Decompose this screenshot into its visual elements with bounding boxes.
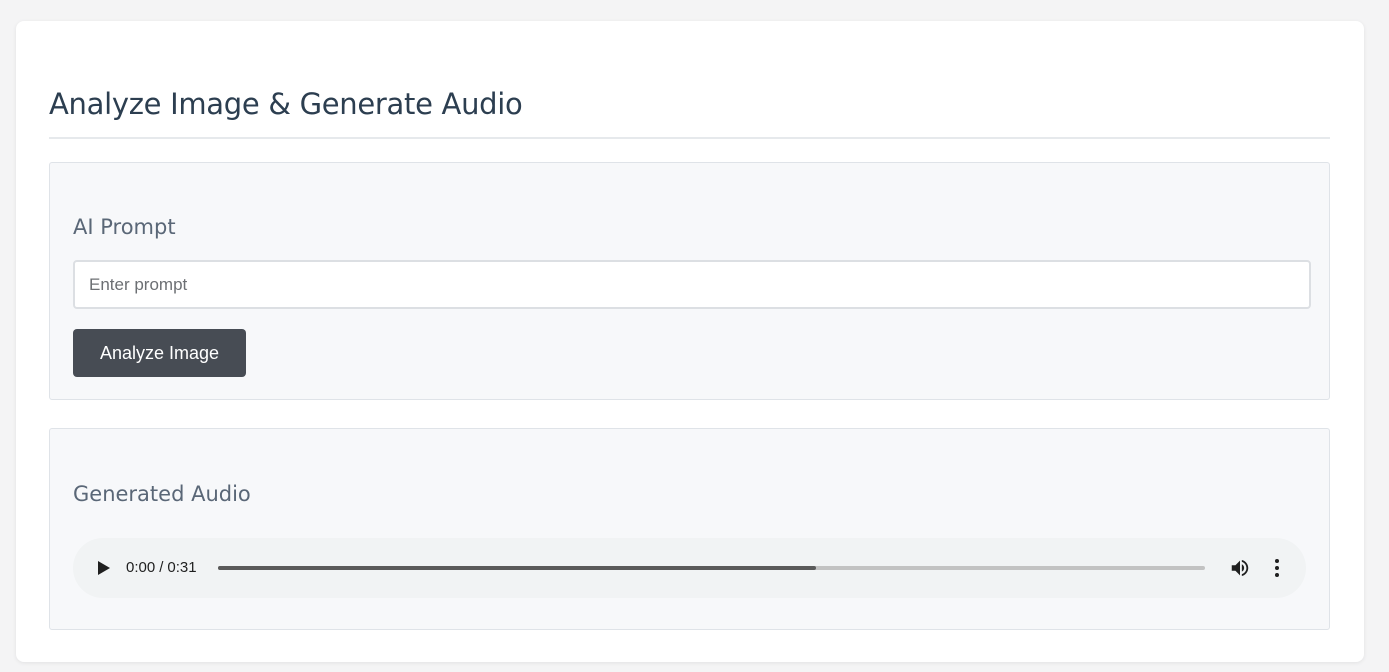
prompt-panel: AI Prompt Analyze Image	[49, 162, 1330, 400]
progress-buffered-fill	[218, 566, 817, 570]
prompt-heading: AI Prompt	[73, 215, 176, 239]
play-icon[interactable]	[93, 558, 113, 578]
title-divider	[49, 137, 1330, 139]
audio-heading: Generated Audio	[73, 482, 251, 506]
prompt-input[interactable]	[73, 260, 1311, 309]
more-options-icon[interactable]	[1269, 557, 1285, 579]
time-display: 0:00/0:31	[126, 559, 197, 576]
analyze-image-button[interactable]: Analyze Image	[73, 329, 246, 377]
main-card: Analyze Image & Generate Audio AI Prompt…	[16, 21, 1364, 662]
page-title: Analyze Image & Generate Audio	[49, 87, 523, 121]
current-time: 0:00	[126, 559, 156, 576]
progress-bar[interactable]	[218, 566, 1205, 570]
audio-panel: Generated Audio 0:00/0:31	[49, 428, 1330, 630]
duration: 0:31	[167, 559, 197, 576]
time-separator: /	[159, 559, 164, 576]
volume-icon[interactable]	[1229, 557, 1251, 579]
audio-player: 0:00/0:31	[73, 538, 1306, 598]
